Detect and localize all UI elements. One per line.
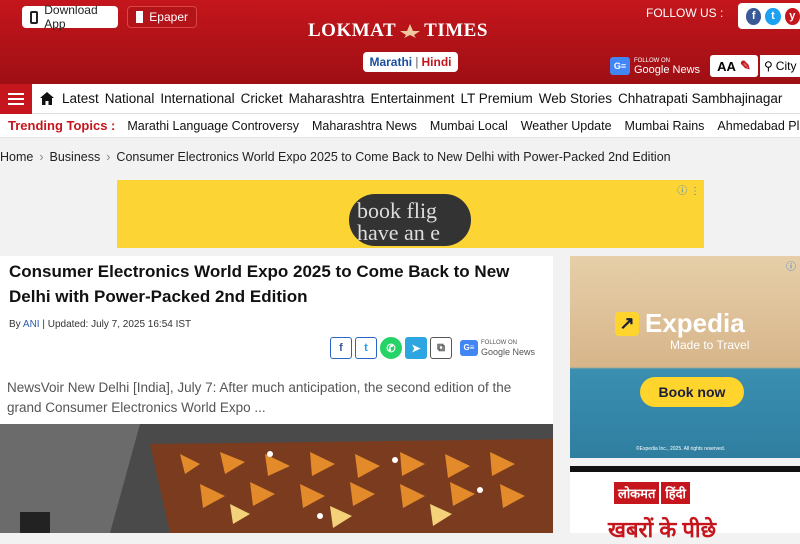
text-size-button[interactable]: AA ✎ xyxy=(710,55,758,77)
google-news-icon: G≡ xyxy=(460,340,478,356)
lang-separator: | xyxy=(415,55,419,69)
breadcrumb-section[interactable]: Business xyxy=(50,150,101,164)
location-pin-icon: ⚲ xyxy=(764,59,773,73)
expedia-brand: ↗ Expedia xyxy=(615,308,745,339)
trending-item[interactable]: Weather Update xyxy=(521,119,625,133)
breadcrumb: Home › Business › Consumer Electronics W… xyxy=(0,150,800,164)
updated-date: | Updated: July 7, 2025 16:54 IST xyxy=(42,319,192,330)
nav-item-web-stories[interactable]: Web Stories xyxy=(539,91,618,106)
twitter-share-icon[interactable]: t xyxy=(355,337,377,359)
epaper-button[interactable]: Epaper xyxy=(127,6,197,28)
lokmat-hindi-headline: खबरों के पीछे xyxy=(608,517,716,542)
logo-right-text: TIMES xyxy=(424,20,488,41)
lokmat-hindi-logo: लोकमत हिंदी xyxy=(614,482,690,504)
article-image[interactable] xyxy=(0,424,553,533)
google-news-follow[interactable]: G≡ FOLLOW ON Google News xyxy=(610,55,705,77)
nav-item-lt-premium[interactable]: LT Premium xyxy=(460,91,538,106)
article-excerpt: NewsVoir New Delhi [India], July 7: Afte… xyxy=(7,380,512,415)
breadcrumb-home[interactable]: Home xyxy=(0,150,33,164)
trending-topics-bar: Trending Topics : Marathi Language Contr… xyxy=(0,114,800,138)
phone-icon xyxy=(30,10,39,24)
trending-item[interactable]: Maharashtra News xyxy=(312,119,430,133)
social-links: f t y xyxy=(738,3,800,29)
ad-info-icon[interactable]: ⓘ ⋮ xyxy=(677,182,700,197)
whatsapp-share-icon[interactable]: ✆ xyxy=(380,337,402,359)
trending-label: Trending Topics : xyxy=(8,118,116,133)
article-card: Consumer Electronics World Expo 2025 to … xyxy=(0,256,553,533)
trending-item[interactable]: Marathi Language Controversy xyxy=(127,119,312,133)
chevron-right-icon: › xyxy=(39,150,44,164)
top-header: Download App Epaper LOKMAT TIMES Marathi… xyxy=(0,0,800,84)
nav-item-cricket[interactable]: Cricket xyxy=(241,91,289,106)
lang-hindi-link[interactable]: Hindi xyxy=(422,55,452,69)
nav-item-international[interactable]: International xyxy=(160,91,240,106)
expedia-fine-print: ©Expedia Inc., 2025. All rights reserved… xyxy=(636,446,726,452)
lokmat-brand-b: हिंदी xyxy=(661,482,690,504)
article-byline: By ANI | Updated: July 7, 2025 16:54 IST xyxy=(9,319,191,330)
brush-icon[interactable]: ✎ xyxy=(740,58,751,74)
expo-ceiling-illustration xyxy=(0,424,553,533)
follow-us: FOLLOW US : xyxy=(646,6,723,20)
logo-emblem-icon xyxy=(400,24,421,38)
follow-us-label: FOLLOW US : xyxy=(646,6,724,20)
city-selector[interactable]: ⚲ City xyxy=(760,55,800,77)
breadcrumb-current: Consumer Electronics World Expo 2025 to … xyxy=(116,150,671,164)
text-size-label: AA xyxy=(717,58,736,74)
hamburger-menu-icon[interactable] xyxy=(0,83,32,114)
book-now-button[interactable]: Book now xyxy=(640,377,744,407)
lokmat-brand-a: लोकमत xyxy=(614,482,660,504)
ad-text: book flig have an e xyxy=(349,194,471,246)
home-icon[interactable] xyxy=(32,92,62,105)
chevron-right-icon: › xyxy=(106,150,111,164)
twitter-icon[interactable]: t xyxy=(765,7,781,25)
more-social-icon[interactable]: y xyxy=(784,7,800,25)
expedia-ad[interactable]: ⓘ ↗ Expedia Made to Travel Book now ©Exp… xyxy=(570,256,800,458)
expedia-brand-text: Expedia xyxy=(645,308,745,338)
main-nav: Latest National International Cricket Ma… xyxy=(0,83,800,114)
logo-left-text: LOKMAT xyxy=(308,20,397,41)
lang-marathi-link[interactable]: Marathi xyxy=(369,55,412,69)
google-news-follow-article[interactable]: G≡ FOLLOW ON Google News xyxy=(460,339,535,357)
download-app-label: Download App xyxy=(44,3,98,31)
city-label: City xyxy=(775,59,797,73)
nav-item-national[interactable]: National xyxy=(105,91,161,106)
top-banner-ad[interactable]: book flig have an e ⓘ ⋮ xyxy=(117,180,704,248)
expedia-tagline: Made to Travel xyxy=(670,338,750,352)
copy-link-icon[interactable]: ⧉ xyxy=(430,337,452,359)
article-title[interactable]: Consumer Electronics World Expo 2025 to … xyxy=(9,259,549,309)
facebook-icon[interactable]: f xyxy=(746,7,762,25)
google-news-icon: G≡ xyxy=(610,57,630,75)
site-logo[interactable]: LOKMAT TIMES xyxy=(308,20,488,42)
trending-item[interactable]: Mumbai Rains xyxy=(625,119,718,133)
share-buttons: f t ✆ ➤ ⧉ xyxy=(330,337,452,359)
ad-info-icon[interactable]: ⓘ xyxy=(786,258,796,273)
lokmat-hindi-ad[interactable]: लोकमत हिंदी खबरों के पीछे xyxy=(570,466,800,542)
gnews-label: Google News xyxy=(634,64,701,76)
byline-by: By xyxy=(9,319,21,330)
language-switch: Marathi | Hindi xyxy=(363,52,458,72)
author-link[interactable]: ANI xyxy=(23,319,40,330)
download-app-button[interactable]: Download App xyxy=(22,3,118,31)
expedia-logo-icon: ↗ xyxy=(615,311,639,336)
nav-item-entertainment[interactable]: Entertainment xyxy=(370,91,460,106)
trending-item[interactable]: Ahmedabad Plane C xyxy=(717,119,800,133)
telegram-share-icon[interactable]: ➤ xyxy=(405,337,427,359)
newspaper-icon xyxy=(136,11,144,23)
nav-item-chhatrapati-sambhajinagar[interactable]: Chhatrapati Sambhajinagar xyxy=(618,91,788,106)
nav-item-latest[interactable]: Latest xyxy=(62,91,105,106)
nav-item-maharashtra[interactable]: Maharashtra xyxy=(289,91,371,106)
facebook-share-icon[interactable]: f xyxy=(330,337,352,359)
epaper-label: Epaper xyxy=(149,10,188,24)
gnews-label: Google News xyxy=(481,347,536,357)
trending-item[interactable]: Mumbai Local xyxy=(430,119,521,133)
